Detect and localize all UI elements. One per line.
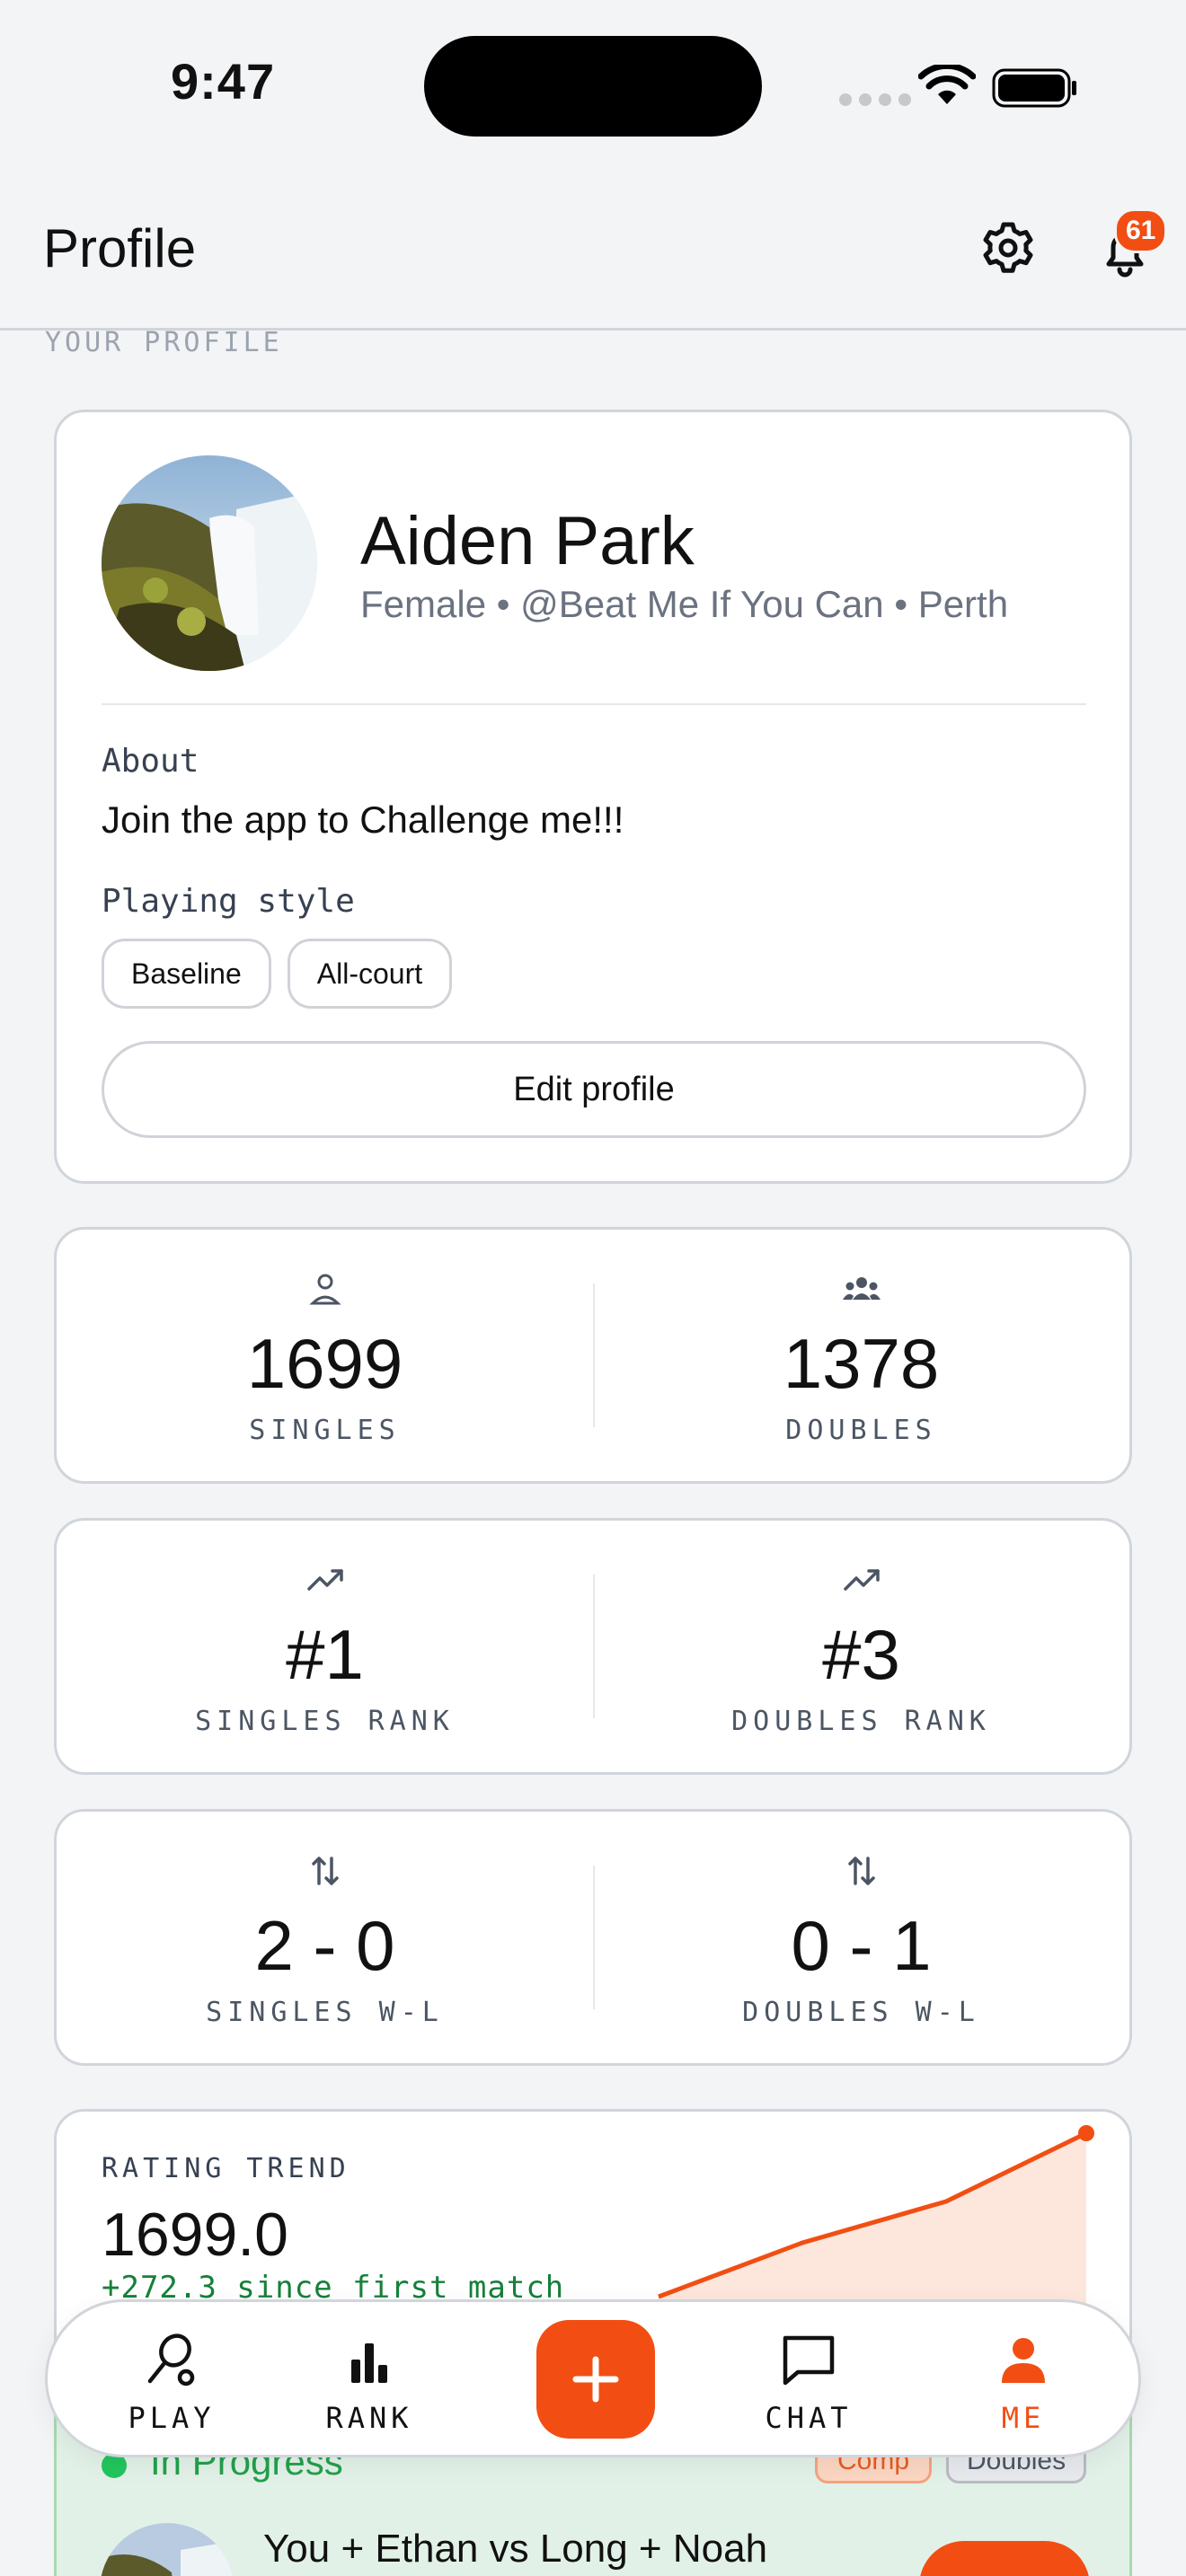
doubles-rank-value: #3: [822, 1615, 900, 1694]
status-bar: 9:47: [0, 0, 1186, 171]
match-action-button[interactable]: [919, 2541, 1090, 2576]
person-icon: [1002, 2338, 1045, 2383]
divider: [102, 703, 1086, 705]
trending-up-icon: [306, 1569, 343, 1591]
racket-icon: [147, 2333, 195, 2386]
add-match-button[interactable]: [536, 2320, 655, 2439]
profile-name: Aiden Park: [360, 503, 695, 579]
person-icon: [308, 1274, 341, 1305]
nav-me[interactable]: ME: [934, 2302, 1113, 2460]
doubles-rating-value: 1378: [783, 1324, 940, 1403]
singles-rating-label: SINGLES: [249, 1415, 401, 1446]
singles-rank-value: #1: [286, 1615, 364, 1694]
nav-chat-label: CHAT: [765, 2401, 853, 2435]
doubles-rank: #3 DOUBLES RANK: [593, 1521, 1129, 1772]
singles-rank: #1 SINGLES RANK: [57, 1521, 593, 1772]
doubles-rating: 1378 DOUBLES: [593, 1230, 1129, 1481]
swap-vertical-icon: [311, 1857, 339, 1885]
singles-rating: 1699 SINGLES: [57, 1230, 593, 1481]
singles-record-value: 2 - 0: [254, 1906, 395, 1985]
nav-rank[interactable]: RANK: [279, 2302, 459, 2460]
win-loss-card: 2 - 0 SINGLES W-L 0 - 1 DOUBLES W-L: [54, 1809, 1132, 2066]
singles-record: 2 - 0 SINGLES W-L: [57, 1812, 593, 2063]
match-avatar: [100, 2523, 235, 2576]
rating-trend-value: 1699.0: [102, 2201, 288, 2269]
doubles-record: 0 - 1 DOUBLES W-L: [593, 1812, 1129, 2063]
edit-profile-button[interactable]: Edit profile: [102, 1041, 1086, 1138]
cellular-signal-icon: [839, 93, 911, 106]
nav-play-label: PLAY: [128, 2401, 216, 2435]
nav-play[interactable]: PLAY: [82, 2302, 261, 2460]
notification-badge: 61: [1114, 208, 1168, 253]
match-title: You + Ethan vs Long + Noah: [263, 2527, 768, 2571]
style-chip-all-court: All-court: [287, 939, 453, 1009]
rating-trend-label: RATING TREND: [102, 2153, 350, 2184]
swap-vertical-icon: [847, 1857, 875, 1885]
app-header: Profile: [0, 171, 1186, 331]
doubles-rank-label: DOUBLES RANK: [731, 1706, 991, 1737]
wifi-icon: [918, 65, 976, 104]
settings-gear-icon[interactable]: [979, 219, 1037, 277]
playing-style-chips: Baseline All-court: [102, 939, 453, 1009]
profile-meta: Female • @Beat Me If You Can • Perth: [360, 583, 1009, 625]
nav-rank-label: RANK: [325, 2401, 413, 2435]
plus-icon: [572, 2356, 619, 2403]
group-icon: [842, 1277, 881, 1300]
about-text: Join the app to Challenge me!!!: [102, 798, 624, 841]
doubles-record-value: 0 - 1: [791, 1906, 932, 1985]
status-time: 9:47: [171, 53, 276, 110]
about-label: About: [102, 743, 199, 780]
ratings-card: 1699 SINGLES 1378 DOUBLES: [54, 1227, 1132, 1484]
trending-up-icon: [843, 1569, 880, 1591]
chat-bubble-icon: [783, 2335, 835, 2386]
style-chip-baseline: Baseline: [102, 939, 271, 1009]
doubles-rating-label: DOUBLES: [785, 1415, 937, 1446]
avatar[interactable]: [102, 455, 317, 671]
battery-icon: [992, 68, 1076, 108]
bar-chart-icon: [351, 2343, 387, 2383]
dynamic-island: [424, 36, 762, 137]
ranks-card: #1 SINGLES RANK #3 DOUBLES RANK: [54, 1518, 1132, 1775]
section-label: YOUR PROFILE: [45, 327, 283, 358]
nav-me-label: ME: [1001, 2401, 1046, 2435]
doubles-record-label: DOUBLES W-L: [742, 1997, 980, 2028]
playing-style-label: Playing style: [102, 883, 355, 920]
singles-rank-label: SINGLES RANK: [195, 1706, 455, 1737]
singles-rating-value: 1699: [246, 1324, 403, 1403]
bottom-nav: PLAY RANK CHAT ME: [45, 2299, 1141, 2457]
singles-record-label: SINGLES W-L: [206, 1997, 444, 2028]
page-title: Profile: [43, 218, 197, 278]
profile-card: Aiden Park Female • @Beat Me If You Can …: [54, 410, 1132, 1184]
nav-chat[interactable]: CHAT: [719, 2302, 898, 2460]
